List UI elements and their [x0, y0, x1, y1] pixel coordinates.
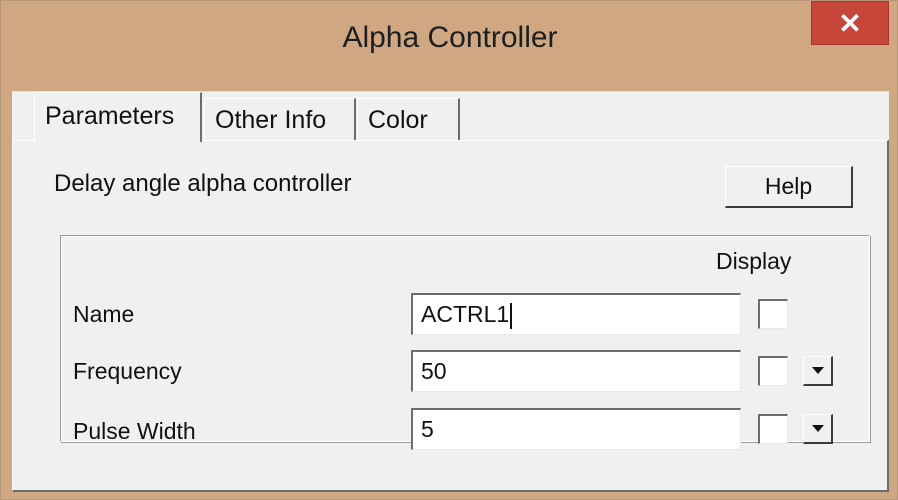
- pulse-width-display-checkbox[interactable]: [758, 414, 788, 444]
- close-button[interactable]: ✕: [811, 1, 889, 45]
- name-value: ACTRL1: [421, 301, 510, 327]
- name-display-checkbox[interactable]: [758, 299, 788, 329]
- display-column-header: Display: [716, 248, 792, 274]
- frequency-field[interactable]: 50: [411, 350, 741, 392]
- chevron-down-icon: [811, 425, 824, 432]
- chevron-down-icon: [811, 367, 824, 374]
- close-icon: ✕: [838, 7, 862, 39]
- pulse-width-field[interactable]: 5: [411, 408, 741, 450]
- frequency-dropdown-button[interactable]: [803, 356, 833, 386]
- tab-color[interactable]: Color: [357, 98, 460, 140]
- help-button[interactable]: Help: [725, 166, 853, 208]
- frequency-label: Frequency: [73, 358, 182, 384]
- pulse-width-value: 5: [421, 416, 434, 442]
- component-description: Delay angle alpha controller: [54, 170, 352, 197]
- dialog-window: Alpha Controller ✕ Parameters Other Info…: [0, 0, 898, 500]
- window-title: Alpha Controller: [342, 21, 558, 54]
- frequency-display-checkbox[interactable]: [758, 356, 788, 386]
- pulse-width-label: Pulse Width: [73, 418, 196, 444]
- frequency-value: 50: [421, 358, 447, 384]
- tab-other-info[interactable]: Other Info: [204, 98, 356, 140]
- tab-parameters[interactable]: Parameters: [34, 92, 202, 142]
- pulse-width-dropdown-button[interactable]: [803, 414, 833, 444]
- text-cursor: [510, 302, 513, 329]
- tab-strip: Parameters Other Info Color: [12, 92, 889, 142]
- title-bar[interactable]: Alpha Controller ✕: [1, 1, 898, 91]
- name-label: Name: [73, 301, 135, 327]
- name-field[interactable]: ACTRL1: [411, 293, 741, 335]
